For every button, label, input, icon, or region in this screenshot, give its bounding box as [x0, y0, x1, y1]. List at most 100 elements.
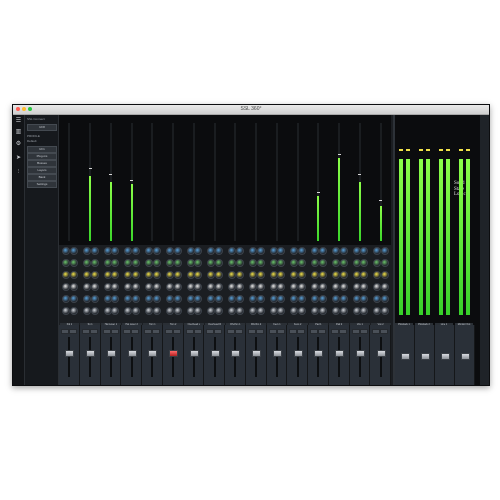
- channel-knob[interactable]: [248, 259, 257, 267]
- channel-knob[interactable]: [152, 271, 161, 279]
- channel-knob[interactable]: [311, 283, 319, 291]
- channel-knob[interactable]: [311, 247, 319, 255]
- channel-knob[interactable]: [235, 295, 244, 303]
- fader-handle[interactable]: [210, 350, 220, 357]
- channel-knob[interactable]: [90, 295, 99, 303]
- mute-button[interactable]: [81, 329, 90, 334]
- channel-knob[interactable]: [62, 295, 70, 303]
- channel-knob[interactable]: [173, 295, 182, 303]
- bus-fader-handle[interactable]: [421, 353, 430, 360]
- channel-knob[interactable]: [62, 283, 70, 291]
- channel-knob[interactable]: [165, 283, 174, 291]
- menu-icon[interactable]: ☰: [15, 118, 22, 125]
- channel-knob[interactable]: [235, 271, 244, 279]
- channel-knob[interactable]: [145, 283, 153, 291]
- channel-knob[interactable]: [298, 307, 306, 315]
- channel-knob[interactable]: [173, 283, 182, 291]
- mute-button[interactable]: [102, 329, 111, 334]
- channel-knob[interactable]: [228, 283, 236, 291]
- bus-fader-handle[interactable]: [401, 353, 410, 360]
- channel-knob[interactable]: [194, 295, 203, 303]
- channel-knob[interactable]: [311, 259, 319, 267]
- channel-knob[interactable]: [228, 247, 236, 255]
- channel-knob[interactable]: [111, 259, 120, 267]
- solo-button[interactable]: [359, 329, 368, 334]
- uf8-button[interactable]: UF8: [27, 124, 57, 131]
- channel-knob[interactable]: [132, 307, 140, 315]
- solo-button[interactable]: [297, 329, 306, 334]
- channel-knob[interactable]: [82, 307, 91, 315]
- channel-knob[interactable]: [173, 247, 182, 255]
- channel-knob[interactable]: [90, 259, 99, 267]
- channel-knob[interactable]: [194, 271, 203, 279]
- channel-knob[interactable]: [62, 271, 70, 279]
- channel-knob[interactable]: [360, 271, 369, 279]
- channel-knob[interactable]: [62, 247, 70, 255]
- channel-knob[interactable]: [256, 259, 265, 267]
- channel-knob[interactable]: [152, 307, 161, 315]
- channel-knob[interactable]: [277, 295, 286, 303]
- channel-knob[interactable]: [298, 283, 306, 291]
- channel-knob[interactable]: [360, 247, 369, 255]
- mute-button[interactable]: [372, 329, 381, 334]
- channel-knob[interactable]: [235, 259, 244, 267]
- channel-knob[interactable]: [235, 283, 244, 291]
- channel-knob[interactable]: [331, 259, 340, 267]
- channel-knob[interactable]: [90, 271, 99, 279]
- channel-knob[interactable]: [311, 307, 319, 315]
- fader-handle[interactable]: [189, 350, 199, 357]
- fader-handle[interactable]: [376, 350, 386, 357]
- channel-knob[interactable]: [248, 295, 257, 303]
- channel-knob[interactable]: [331, 247, 340, 255]
- fader-handle[interactable]: [86, 350, 96, 357]
- fader-handle[interactable]: [355, 350, 365, 357]
- channel-knob[interactable]: [228, 307, 236, 315]
- channel-knob[interactable]: [256, 271, 265, 279]
- channel-knob[interactable]: [360, 259, 369, 267]
- fader-handle[interactable]: [231, 350, 241, 357]
- channel-knob[interactable]: [82, 295, 91, 303]
- mute-button[interactable]: [330, 329, 339, 334]
- channel-knob[interactable]: [90, 283, 99, 291]
- mute-button[interactable]: [164, 329, 173, 334]
- channel-knob[interactable]: [132, 247, 140, 255]
- channel-knob[interactable]: [360, 307, 369, 315]
- channel-knob[interactable]: [331, 271, 340, 279]
- solo-button[interactable]: [152, 329, 160, 334]
- channel-knob[interactable]: [215, 271, 223, 279]
- channel-knob[interactable]: [381, 307, 389, 315]
- channel-knob[interactable]: [228, 271, 236, 279]
- channel-knob[interactable]: [339, 283, 348, 291]
- channel-knob[interactable]: [256, 307, 265, 315]
- channel-knob[interactable]: [132, 295, 140, 303]
- channel-knob[interactable]: [235, 307, 244, 315]
- channel-knob[interactable]: [298, 247, 306, 255]
- fader-handle[interactable]: [127, 350, 137, 357]
- channel-knob[interactable]: [256, 247, 265, 255]
- fader-handle[interactable]: [293, 350, 303, 357]
- channel-knob[interactable]: [311, 295, 319, 303]
- solo-button[interactable]: [380, 329, 389, 334]
- channel-knob[interactable]: [277, 247, 286, 255]
- channel-knob[interactable]: [318, 283, 327, 291]
- solo-button[interactable]: [110, 329, 119, 334]
- channel-knob[interactable]: [132, 283, 140, 291]
- channel-knob[interactable]: [381, 295, 389, 303]
- channel-knob[interactable]: [111, 307, 120, 315]
- solo-button[interactable]: [214, 329, 223, 334]
- fader-handle[interactable]: [272, 350, 282, 357]
- channel-knob[interactable]: [339, 259, 348, 267]
- mute-button[interactable]: [247, 329, 256, 334]
- channel-knob[interactable]: [165, 295, 174, 303]
- channel-knob[interactable]: [173, 271, 182, 279]
- channel-knob[interactable]: [69, 295, 78, 303]
- channel-knob[interactable]: [69, 259, 78, 267]
- channel-knob[interactable]: [339, 271, 348, 279]
- channel-knob[interactable]: [228, 259, 236, 267]
- solo-button[interactable]: [131, 329, 140, 334]
- mute-button[interactable]: [227, 329, 235, 334]
- channel-knob[interactable]: [90, 307, 99, 315]
- channel-knob[interactable]: [381, 271, 389, 279]
- mute-button[interactable]: [185, 329, 194, 334]
- mute-button[interactable]: [123, 329, 132, 334]
